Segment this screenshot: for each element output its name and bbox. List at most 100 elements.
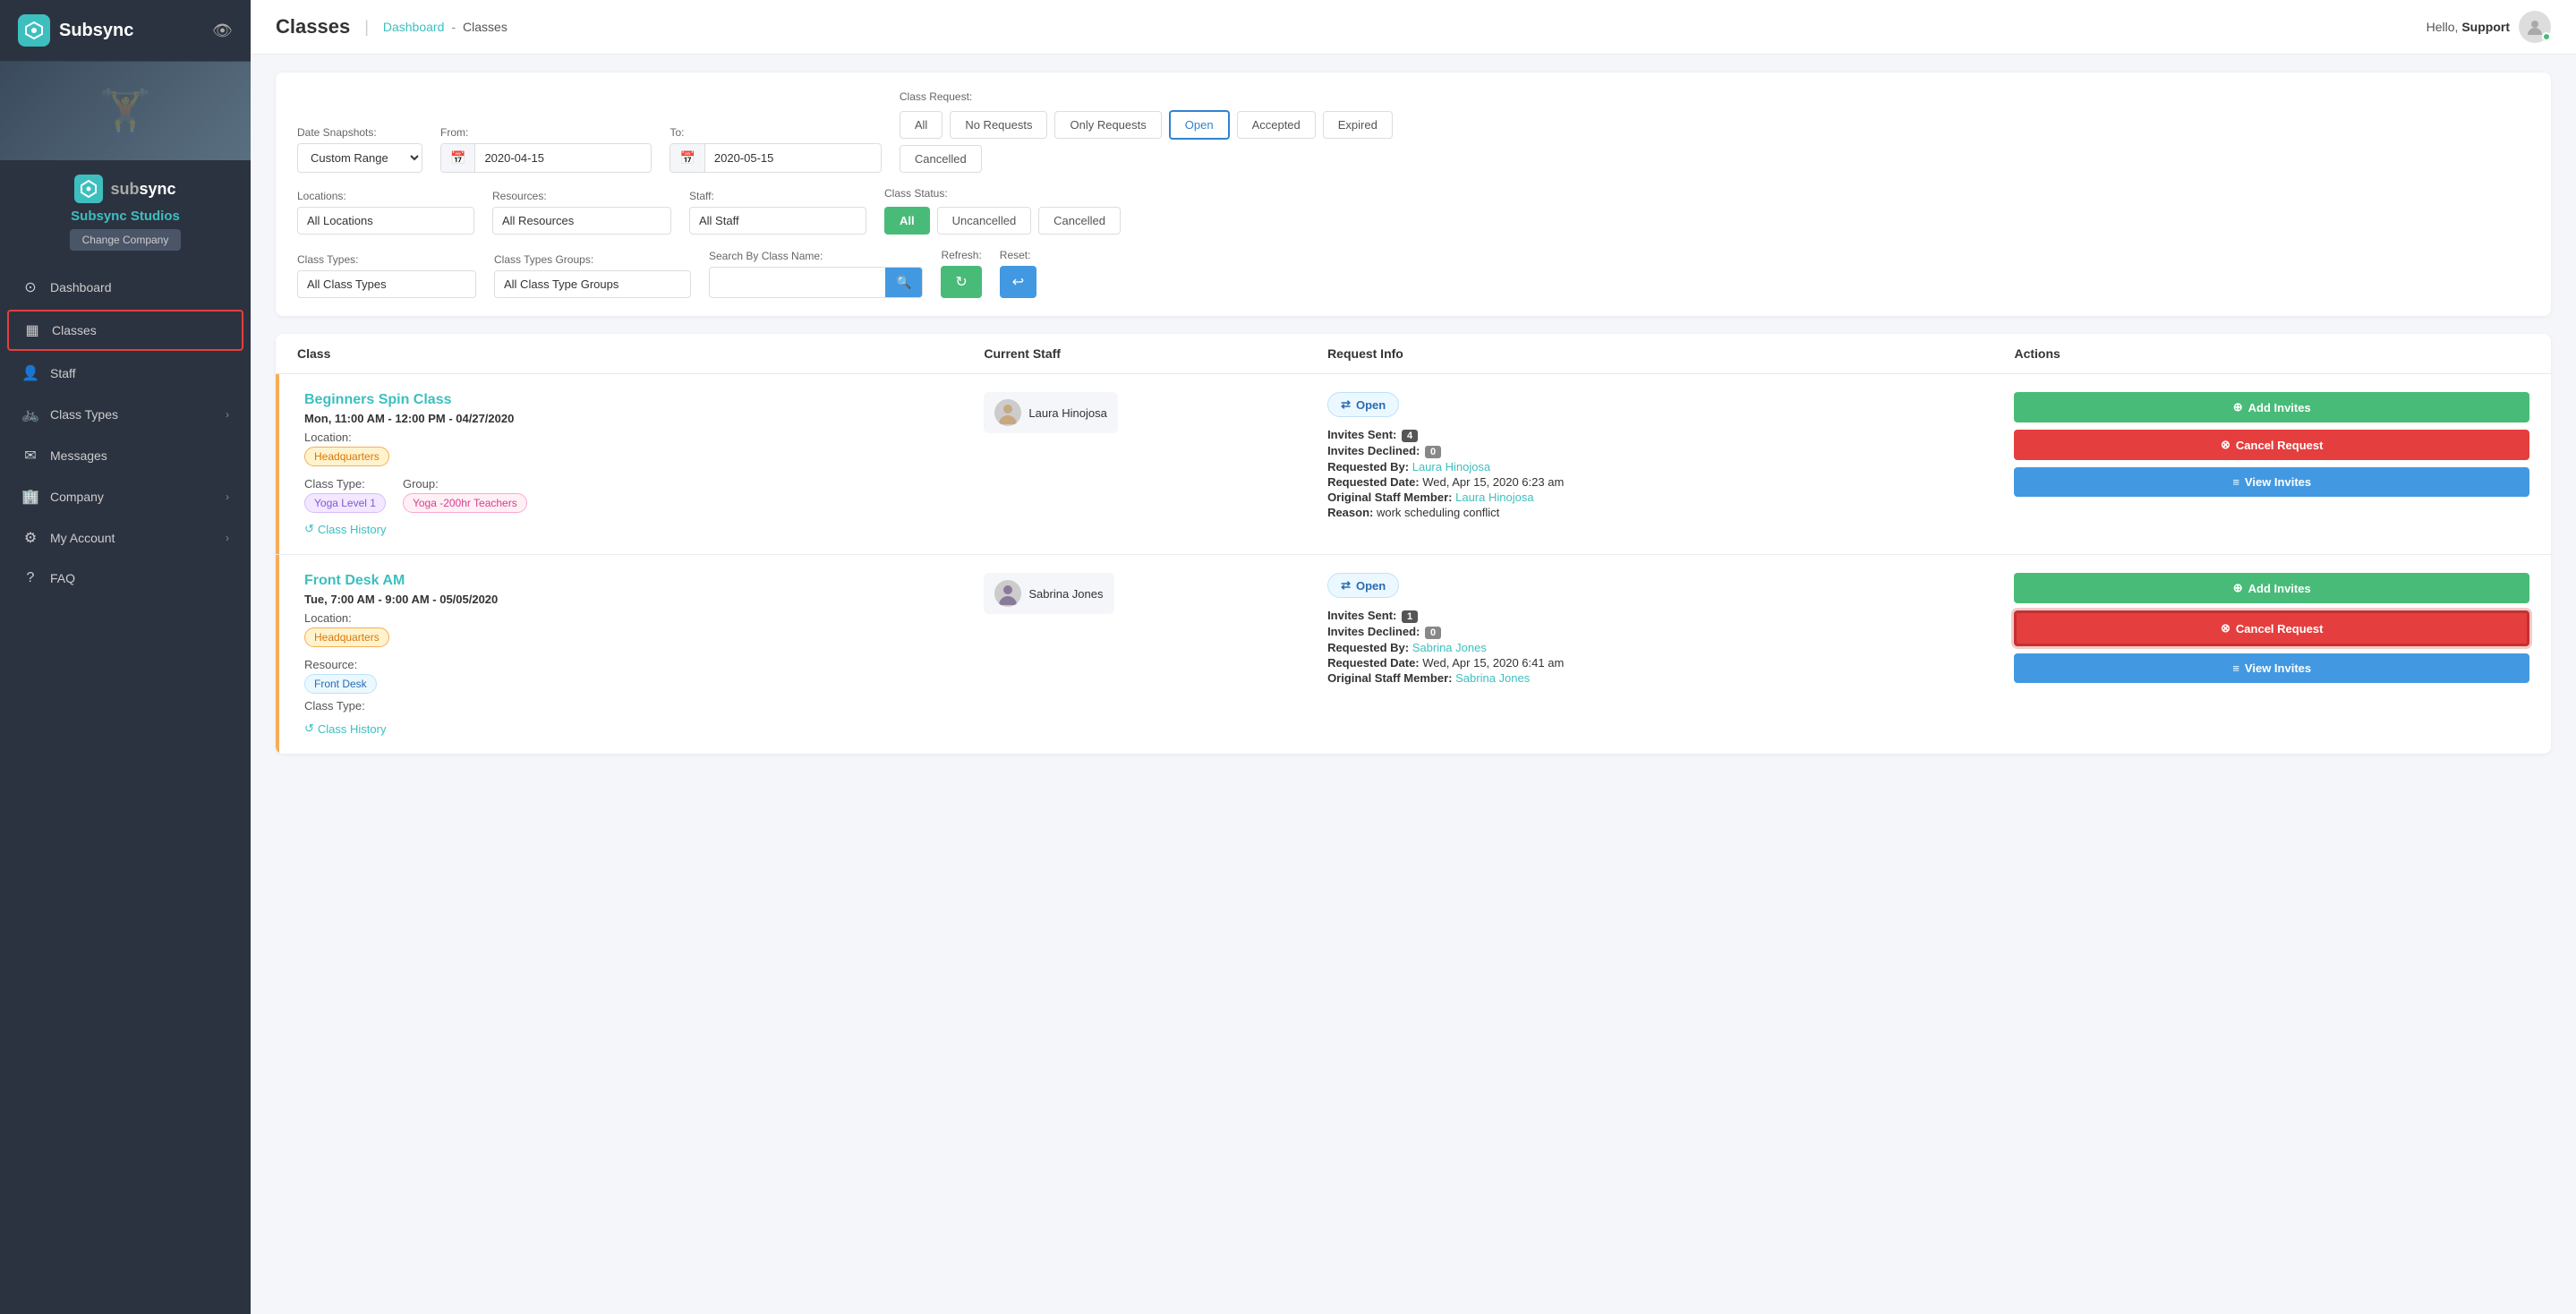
classes-icon: ▦: [23, 321, 41, 339]
view-invites-label: View Invites: [2245, 475, 2311, 489]
dashboard-icon: ⊙: [21, 278, 39, 296]
locations-group: Locations:: [297, 190, 474, 235]
actions-col: ⊕ Add Invites ⊗ Cancel Request ≡ View In…: [2014, 392, 2529, 497]
reset-button[interactable]: ↩: [1000, 266, 1036, 298]
class-type-label: Class Type:: [304, 477, 388, 491]
sidebar-item-my-account[interactable]: ⚙ My Account ›: [0, 517, 251, 559]
from-date-input[interactable]: [475, 145, 651, 171]
x-icon: ⊗: [2221, 621, 2231, 636]
breadcrumb-home[interactable]: Dashboard: [383, 20, 445, 34]
class-name-link[interactable]: Beginners Spin Class: [304, 392, 452, 407]
sidebar-item-faq[interactable]: ? FAQ: [0, 559, 251, 598]
location-label: Location:: [304, 431, 984, 444]
topbar: Classes | Dashboard - Classes Hello, Sup…: [251, 0, 2576, 55]
class-type-groups-input[interactable]: [494, 270, 691, 298]
sidebar-item-messages[interactable]: ✉ Messages: [0, 435, 251, 476]
resource-label: Resource:: [304, 658, 380, 671]
request-btn-all[interactable]: All: [900, 111, 943, 139]
class-datetime: Mon, 11:00 AM - 12:00 PM - 04/27/2020: [304, 412, 984, 425]
class-history-label: Class History: [318, 523, 387, 536]
eye-icon[interactable]: 👁: [212, 21, 233, 40]
original-staff: Original Staff Member: Laura Hinojosa: [1327, 491, 2014, 504]
class-types-label: Class Types:: [297, 253, 476, 266]
request-btn-expired[interactable]: Expired: [1323, 111, 1393, 139]
original-staff-link[interactable]: Laura Hinojosa: [1455, 491, 1533, 504]
staff-group: Staff:: [689, 190, 866, 235]
breadcrumb-current: Classes: [463, 20, 508, 34]
brand-icon: [74, 175, 103, 203]
request-buttons-row1: All No Requests Only Requests Open Accep…: [900, 110, 1393, 140]
date-snapshots-select[interactable]: Custom Range: [297, 143, 422, 173]
to-label: To:: [670, 126, 881, 139]
status-btn-uncancelled[interactable]: Uncancelled: [937, 207, 1032, 235]
add-invites-button[interactable]: ⊕ Add Invites: [2014, 392, 2529, 422]
reset-label: Reset:: [1000, 249, 1036, 261]
request-btn-no-requests[interactable]: No Requests: [950, 111, 1047, 139]
search-button[interactable]: 🔍: [885, 268, 922, 297]
my-account-icon: ⚙: [21, 529, 39, 547]
original-staff-link[interactable]: Sabrina Jones: [1455, 671, 1530, 685]
search-class-input[interactable]: [710, 269, 885, 295]
staff-avatar: [994, 399, 1021, 426]
locations-input[interactable]: [297, 207, 474, 235]
search-wrap: 🔍: [709, 267, 923, 298]
staff-name: Sabrina Jones: [1028, 587, 1103, 601]
requested-by: Requested By: Sabrina Jones: [1327, 641, 2014, 654]
status-btn-cancelled[interactable]: Cancelled: [1038, 207, 1121, 235]
classes-table: Class Current Staff Request Info Actions…: [276, 334, 2551, 754]
list-icon: ≡: [2232, 475, 2239, 489]
original-staff: Original Staff Member: Sabrina Jones: [1327, 671, 2014, 685]
class-name-link[interactable]: Front Desk AM: [304, 573, 405, 588]
chevron-right-icon: ›: [226, 532, 229, 544]
to-date-input[interactable]: [705, 145, 881, 171]
cancel-request-button[interactable]: ⊗ Cancel Request: [2014, 610, 2529, 646]
add-invites-label: Add Invites: [2248, 582, 2311, 595]
sidebar-item-company[interactable]: 🏢 Company ›: [0, 476, 251, 517]
date-snapshots-group: Date Snapshots: Custom Range: [297, 126, 422, 173]
location-label: Location:: [304, 611, 984, 625]
class-history-label: Class History: [318, 722, 387, 736]
view-invites-button[interactable]: ≡ View Invites: [2014, 467, 2529, 497]
refresh-label: Refresh:: [941, 249, 981, 261]
add-invites-button[interactable]: ⊕ Add Invites: [2014, 573, 2529, 603]
request-btn-only-requests[interactable]: Only Requests: [1054, 111, 1161, 139]
list-icon: ≡: [2232, 661, 2239, 675]
staff-input[interactable]: [689, 207, 866, 235]
search-class-group: Search By Class Name: 🔍: [709, 250, 923, 298]
col-header-class: Class: [297, 346, 984, 361]
sidebar-item-dashboard[interactable]: ⊙ Dashboard: [0, 267, 251, 308]
sidebar-item-label: Class Types: [50, 407, 118, 422]
location-tag: Headquarters: [304, 447, 389, 466]
class-info-col: Beginners Spin Class Mon, 11:00 AM - 12:…: [297, 392, 984, 536]
view-invites-button[interactable]: ≡ View Invites: [2014, 653, 2529, 683]
status-btn-all[interactable]: All: [884, 207, 930, 235]
from-date-wrap: 📅: [440, 143, 652, 173]
logo-icon: [18, 14, 50, 47]
refresh-button[interactable]: ↻: [941, 266, 981, 298]
request-btn-open[interactable]: Open: [1169, 110, 1230, 140]
cancel-request-button[interactable]: ⊗ Cancel Request: [2014, 430, 2529, 460]
resources-input[interactable]: [492, 207, 671, 235]
requested-by-link[interactable]: Sabrina Jones: [1412, 641, 1487, 654]
sidebar-item-classes[interactable]: ▦ Classes: [7, 310, 243, 351]
sidebar-item-label: Messages: [50, 448, 107, 463]
class-history-link[interactable]: ↺ Class History: [304, 721, 984, 736]
class-types-input[interactable]: [297, 270, 476, 298]
from-label: From:: [440, 126, 652, 139]
chevron-right-icon: ›: [226, 408, 229, 421]
plus-icon: ⊕: [2233, 400, 2243, 414]
requested-by-link[interactable]: Laura Hinojosa: [1412, 460, 1490, 474]
request-btn-accepted[interactable]: Accepted: [1237, 111, 1316, 139]
change-company-button[interactable]: Change Company: [70, 229, 182, 251]
requested-date: Requested Date: Wed, Apr 15, 2020 6:23 a…: [1327, 475, 2014, 489]
online-dot: [2542, 32, 2551, 41]
cancel-request-label: Cancel Request: [2236, 439, 2324, 452]
open-status-badge: ⇄ Open: [1327, 392, 1399, 417]
group-tag: Yoga -200hr Teachers: [403, 493, 527, 513]
sidebar-item-staff[interactable]: 👤 Staff: [0, 353, 251, 394]
class-history-link[interactable]: ↺ Class History: [304, 522, 984, 536]
request-btn-cancelled[interactable]: Cancelled: [900, 145, 982, 173]
class-info-col: Front Desk AM Tue, 7:00 AM - 9:00 AM - 0…: [297, 573, 984, 736]
sidebar-item-label: Classes: [52, 323, 97, 337]
sidebar-item-class-types[interactable]: 🚲 Class Types ›: [0, 394, 251, 435]
